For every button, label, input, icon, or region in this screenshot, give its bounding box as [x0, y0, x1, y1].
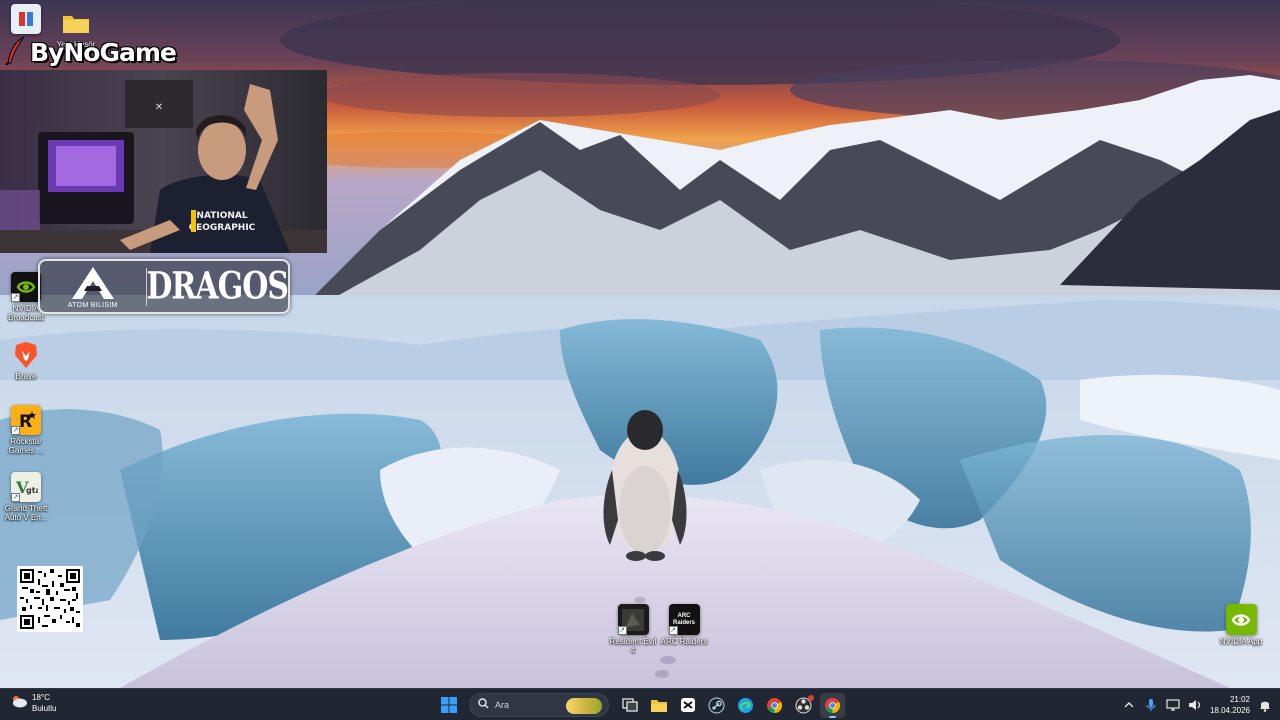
active-indicator — [829, 715, 836, 718]
desktop-icon-label: Grand Theft Auto V En... — [4, 504, 48, 522]
microphone-icon[interactable] — [1144, 698, 1158, 712]
shortcut-arrow-icon: ↗ — [11, 293, 20, 302]
clock-time: 21:02 — [1229, 695, 1250, 704]
weather-widget[interactable]: 18°C Bulutlu — [10, 692, 56, 714]
desktop-icon-arc-raiders[interactable]: ARC Raiders ↗ ARC Raiders — [658, 604, 710, 646]
desktop-icon-gta[interactable]: Vgta ↗ Grand Theft Auto V En... — [0, 472, 52, 522]
arc-raiders-logo-text: ARC Raiders — [672, 612, 695, 626]
notification-bell-icon[interactable] — [1258, 698, 1272, 712]
shortcut-arrow-icon: ↗ — [617, 626, 627, 635]
shortcut-arrow-icon: ↗ — [11, 426, 20, 435]
windows-logo-icon — [440, 697, 457, 713]
desktop-icon-label: Resident Evil 4 — [609, 637, 657, 655]
desktop-icon-tools[interactable] — [0, 4, 52, 34]
sponsor-banner: ATOM BILISIM DRAGOS — [38, 259, 290, 314]
desktop-icon-brave[interactable]: Brave — [0, 340, 52, 381]
dragos-logo-text: DRAGOS — [146, 264, 289, 309]
taskbar-chrome-active[interactable] — [820, 692, 845, 718]
clock-date: 18.04.2026 — [1209, 706, 1250, 715]
qr-code-image — [17, 566, 83, 632]
task-view-button[interactable] — [617, 693, 642, 718]
taskbar-edge[interactable] — [733, 693, 758, 718]
task-view-icon — [621, 698, 638, 712]
chevron-up-icon[interactable] — [1122, 698, 1136, 712]
taskbar-clock[interactable]: 21:02 18.04.2026 — [1210, 694, 1250, 716]
taskbar-obs[interactable] — [791, 693, 816, 718]
shortcut-arrow-icon: ↗ — [11, 493, 20, 502]
wall-logo: ✕ — [125, 80, 193, 128]
desktop-icon-nvidia-app[interactable]: NVIDIA App — [1215, 604, 1267, 646]
weather-condition: Bulutlu — [32, 704, 57, 713]
network-icon[interactable] — [1166, 698, 1180, 712]
shirt-text-line1: NATIONAL — [196, 211, 247, 221]
desktop-icon-label: NVIDIA App — [1219, 637, 1263, 646]
folder-icon — [61, 8, 91, 38]
taskbar-file-explorer[interactable] — [646, 693, 671, 718]
capcut-icon — [680, 698, 695, 712]
steam-icon — [708, 697, 725, 713]
cloudy-weather-icon — [10, 693, 28, 714]
taskbar-center — [436, 692, 845, 718]
nvidia-broadcast-icon: ↗ — [11, 272, 41, 302]
system-tray: 21:02 18.04.2026 — [1122, 693, 1272, 717]
atom-logo-icon — [71, 266, 114, 299]
recording-badge-icon — [808, 694, 814, 701]
chrome-icon — [767, 697, 783, 713]
svg-text:gta: gta — [26, 486, 38, 495]
taskbar: 18°C Bulutlu Ara 21:02 18.04.2026 — [0, 688, 1280, 720]
start-button[interactable] — [436, 693, 461, 718]
taskbar-capcut[interactable] — [675, 693, 700, 718]
nvidia-app-icon — [1225, 604, 1257, 635]
desktop-icon-label: Rockstar Games ... — [8, 437, 44, 455]
brand-logo: ByNoGame — [4, 35, 177, 70]
search-icon — [478, 696, 489, 714]
file-explorer-icon — [650, 699, 667, 712]
brave-icon — [11, 340, 41, 370]
desktop-icon-label: Brave — [15, 372, 37, 381]
quill-icon — [4, 35, 28, 70]
weather-temp: 18°C — [32, 693, 50, 702]
chrome-icon — [825, 697, 841, 713]
gta-icon: Vgta ↗ — [11, 472, 41, 502]
desktop-icon-label: ARC Raiders — [660, 637, 708, 646]
brand-text: ByNoGame — [30, 37, 177, 67]
tools-icon — [11, 4, 41, 34]
taskbar-search[interactable] — [469, 693, 609, 717]
shirt-text-line2: GEOGRAPHIC — [189, 223, 256, 233]
atom-bilisim-text: ATOM BILISIM — [67, 301, 118, 309]
search-input[interactable] — [495, 700, 555, 710]
desktop-icon-rockstar[interactable]: R ↗ Rockstar Games ... — [0, 405, 52, 455]
arc-raiders-icon: ARC Raiders ↗ — [668, 604, 700, 635]
shortcut-arrow-icon: ↗ — [668, 626, 678, 635]
volume-icon[interactable] — [1188, 698, 1202, 712]
webcam-overlay: ✕ NATIONAL GEOGRAPHIC — [0, 70, 327, 253]
resident-evil-icon: ↗ — [617, 604, 649, 635]
rockstar-icon: R ↗ — [11, 405, 41, 435]
taskbar-chrome[interactable] — [762, 693, 787, 718]
taskbar-steam[interactable] — [704, 693, 729, 718]
atom-bilisim-logo: ATOM BILISIM — [40, 261, 146, 312]
svg-text:✕: ✕ — [155, 102, 163, 113]
desktop-icon-resident-evil[interactable]: ↗ Resident Evil 4 — [607, 604, 659, 655]
edge-icon — [738, 697, 753, 713]
search-highlight-image — [566, 698, 602, 714]
